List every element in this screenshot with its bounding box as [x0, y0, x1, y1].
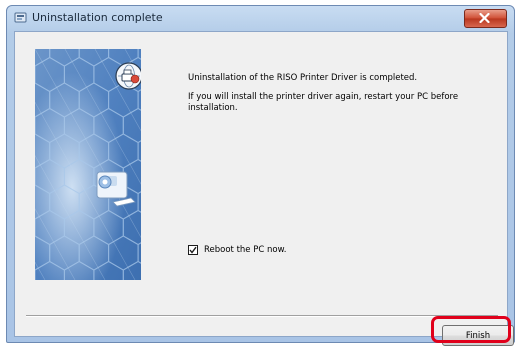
reboot-label: Reboot the PC now.: [204, 245, 287, 255]
installer-window: Uninstallation complete Uninstallation o…: [6, 5, 515, 346]
close-button[interactable]: [464, 9, 507, 28]
banner-image: [35, 49, 141, 280]
close-icon: [479, 13, 490, 23]
dialog-body: Uninstallation of the RISO Printer Drive…: [14, 31, 514, 346]
window-title: Uninstallation complete: [32, 11, 163, 24]
globe-printer-icon: [115, 62, 141, 90]
completion-message: Uninstallation of the RISO Printer Drive…: [188, 73, 418, 83]
message-area: Uninstallation of the RISO Printer Drive…: [188, 73, 483, 122]
restart-instruction: If you will install the printer driver a…: [188, 92, 459, 113]
installer-icon: [14, 12, 27, 23]
title-bar: Uninstallation complete: [7, 6, 514, 30]
reboot-checkbox[interactable]: [188, 245, 198, 255]
checkmark-icon: [189, 246, 197, 254]
finish-button[interactable]: Finish: [442, 325, 514, 346]
footer-separator: [26, 315, 498, 317]
reboot-option[interactable]: Reboot the PC now.: [188, 245, 286, 255]
